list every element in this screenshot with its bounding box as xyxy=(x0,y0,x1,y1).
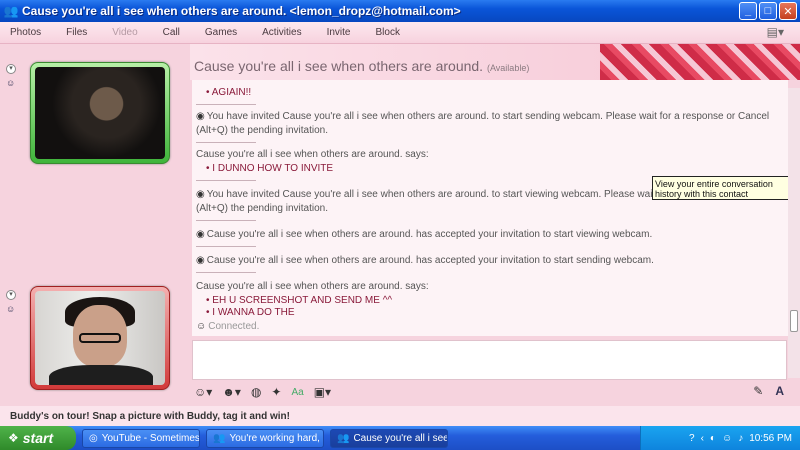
self-webcam[interactable] xyxy=(30,286,170,390)
maximize-icon: □ xyxy=(764,5,772,17)
contact-webcam-feed xyxy=(35,67,165,159)
system-message: Cause you're all i see when others are a… xyxy=(206,229,653,240)
network-icon[interactable]: ◐ xyxy=(710,433,716,444)
message-input[interactable] xyxy=(192,340,787,380)
message-bullet: • xyxy=(206,307,210,318)
menu-games[interactable]: Games xyxy=(205,27,237,38)
close-icon: ✕ xyxy=(783,5,793,18)
message-bullet: • xyxy=(206,295,210,306)
menu-video: Video xyxy=(112,27,138,38)
handwriting-icon[interactable]: ✎ xyxy=(753,384,763,398)
menu-call[interactable]: Call xyxy=(163,27,180,38)
message-text: AGIAIN!! xyxy=(211,87,252,98)
message-text: EH U SCREENSHOT AND SEND ME ^^ xyxy=(212,295,393,306)
system-message: Cause you're all i see when others are a… xyxy=(206,255,654,266)
system-message: You have invited Cause you're all i see … xyxy=(196,111,770,136)
header-decoration xyxy=(600,44,800,80)
contact-webcam[interactable] xyxy=(30,62,170,164)
menu-block[interactable]: Block xyxy=(376,27,400,38)
voice-clip-button[interactable]: ✦ xyxy=(271,385,281,399)
menu-activities[interactable]: Activities xyxy=(262,27,301,38)
clock: 10:56 PM xyxy=(749,432,792,444)
message-text: I DUNNO HOW TO INVITE xyxy=(212,163,334,174)
buddy-icon-self: ☺ xyxy=(6,304,16,314)
webcam-icon: ◉ xyxy=(196,189,205,200)
taskbar-item-working[interactable]: 👥 You're working hard, ... xyxy=(206,428,324,448)
minimize-button[interactable]: _ xyxy=(739,2,757,20)
message-bullet: • xyxy=(206,87,210,98)
wink-button[interactable]: ☻▾ xyxy=(222,385,241,399)
background-button[interactable]: ▣▾ xyxy=(314,385,331,399)
message-text: I WANNA DO THE xyxy=(212,307,295,318)
taskbar-item-label: Cause you're all i see ... xyxy=(353,432,448,444)
system-tray: ? ‹ ◐ ☺ ♪ 10:56 PM xyxy=(640,426,800,450)
title-bar: 👥 Cause you're all i see when others are… xyxy=(0,0,800,22)
taskbar-item-label: You're working hard, ... xyxy=(229,432,324,444)
webcam-icon: ◉ xyxy=(196,111,205,122)
connection-status: Connected. xyxy=(208,321,260,332)
self-webcam-feed xyxy=(35,291,165,385)
start-label: start xyxy=(22,430,54,446)
help-icon[interactable]: ? xyxy=(689,433,695,444)
collapse-contact-pane-button[interactable]: ▾ xyxy=(6,64,16,74)
messenger-tray-icon[interactable]: ☺ xyxy=(722,433,732,444)
window-title: Cause you're all i see when others are a… xyxy=(22,4,461,18)
emoticon-button[interactable]: ☺▾ xyxy=(194,385,212,399)
contact-header: Cause you're all i see when others are a… xyxy=(194,58,529,74)
sender-line: Cause you're all i see when others are a… xyxy=(196,281,429,292)
text-mode-icon[interactable]: A xyxy=(775,384,784,398)
sender-line: Cause you're all i see when others are a… xyxy=(196,149,429,160)
contact-status: (Available) xyxy=(486,63,530,73)
maximize-button[interactable]: □ xyxy=(759,2,777,20)
conversation-history[interactable]: • AGIAIN!! ◉ You have invited Cause you'r… xyxy=(192,80,788,336)
menu-photos[interactable]: Photos xyxy=(10,27,41,38)
nudge-button[interactable]: ◍ xyxy=(251,385,261,399)
taskbar-item-youtube[interactable]: ◎ YouTube - Sometimes... xyxy=(82,428,200,448)
history-scrollbar[interactable] xyxy=(788,88,800,378)
volume-icon[interactable]: ♪ xyxy=(738,433,743,444)
connected-icon: ☺ xyxy=(196,321,207,332)
promo-banner[interactable]: Buddy's on tour! Snap a picture with Bud… xyxy=(0,406,800,426)
webcam-icon: ◉ xyxy=(196,255,205,266)
messenger-icon: 👥 xyxy=(213,432,226,444)
font-button[interactable]: Aa xyxy=(291,387,303,398)
contact-name: Cause you're all i see when others are a… xyxy=(194,58,484,74)
taskbar: ❖ start ◎ YouTube - Sometimes... 👥 You're w… xyxy=(0,426,800,450)
webcam-icon: ◉ xyxy=(196,229,205,240)
conversation-window: Cause you're all i see when others are a… xyxy=(0,44,800,406)
taskbar-item-label: YouTube - Sometimes... xyxy=(101,432,200,444)
minimize-icon: _ xyxy=(744,5,752,17)
taskbar-item-conversation[interactable]: 👥Cause you're all i see ... xyxy=(330,428,448,448)
scroll-thumb[interactable] xyxy=(790,310,798,332)
browser-icon: ◎ xyxy=(89,432,98,444)
start-button[interactable]: ❖ start xyxy=(0,426,76,450)
menu-bar: Photos Files Video Call Games Activities… xyxy=(0,22,800,44)
messenger-icon: 👥 xyxy=(3,4,19,18)
windows-flag-icon: ❖ xyxy=(8,431,19,445)
history-tooltip: View your entire conversation history wi… xyxy=(652,176,798,200)
close-button[interactable]: ✕ xyxy=(779,2,797,20)
messenger-icon: 👥 xyxy=(337,432,350,444)
back-icon[interactable]: ‹ xyxy=(701,433,704,444)
collapse-self-pane-button[interactable]: ▾ xyxy=(6,290,16,300)
menu-files[interactable]: Files xyxy=(66,27,87,38)
input-toolbar: ☺▾ ☻▾ ◍ ✦ Aa ▣▾ ✎ A xyxy=(192,382,788,402)
menu-invite[interactable]: Invite xyxy=(327,27,351,38)
message-bullet: • xyxy=(206,163,210,174)
buddy-icon: ☺ xyxy=(6,78,16,88)
menu-dropdown-icon[interactable]: ▤▾ xyxy=(767,25,784,39)
